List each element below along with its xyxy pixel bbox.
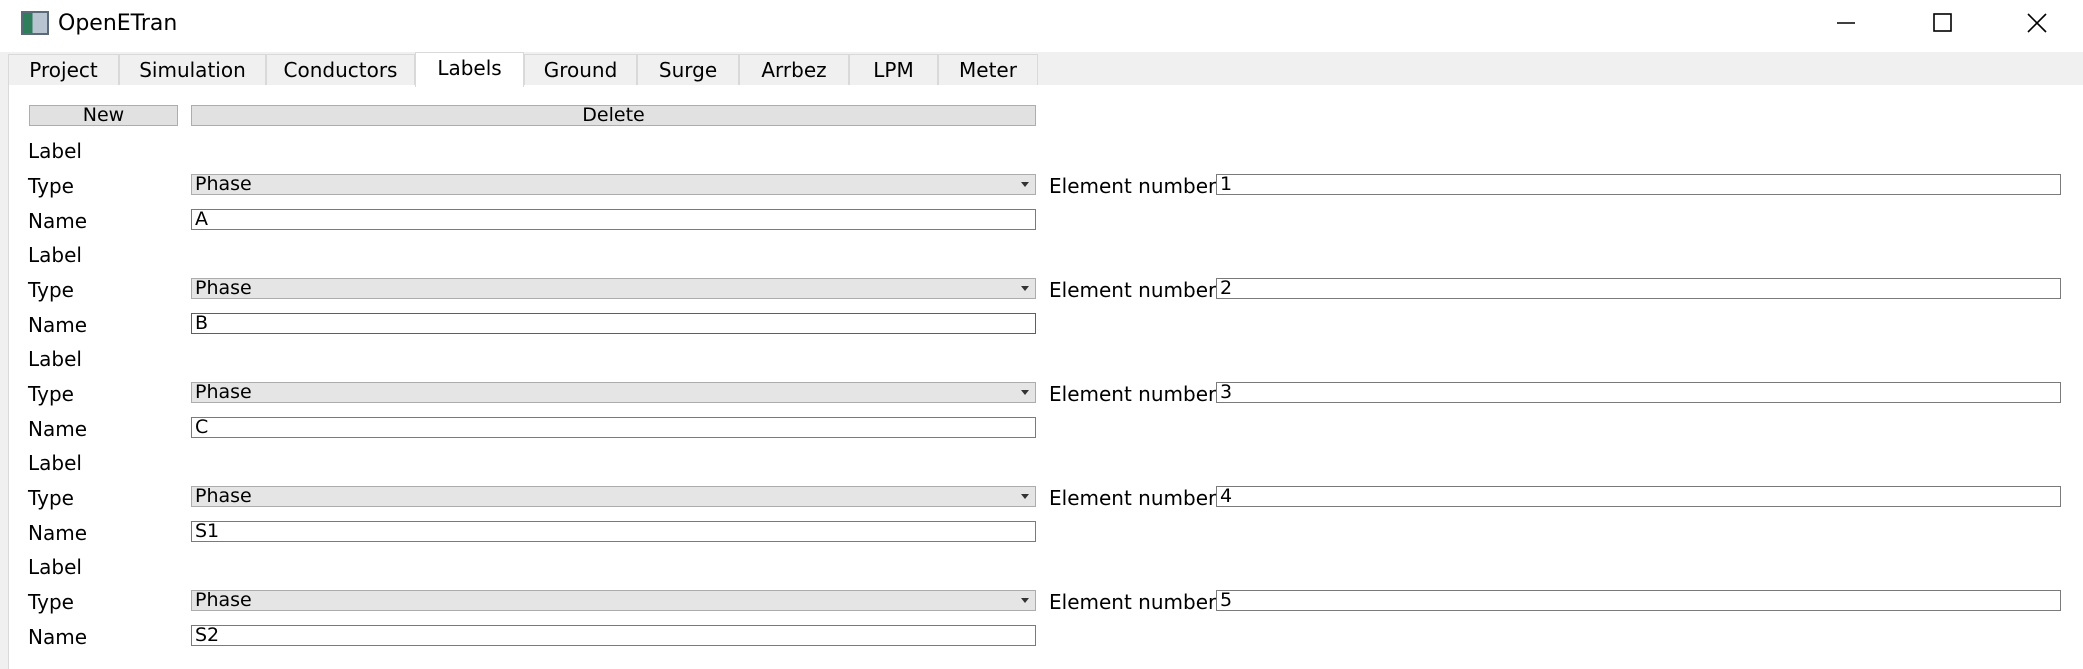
element-number-input[interactable]: 5 [1216, 590, 2061, 611]
element-number-input[interactable]: 2 [1216, 278, 2061, 299]
name-input[interactable]: S1 [191, 521, 1036, 542]
element-number-input[interactable]: 1 [1216, 174, 2061, 195]
close-button[interactable] [1991, 0, 2083, 46]
name-label: Name [28, 209, 88, 233]
label-section-heading: Label [28, 243, 82, 267]
close-icon [2027, 13, 2047, 33]
label-section-heading: Label [28, 347, 82, 371]
chevron-down-icon [1021, 182, 1029, 187]
name-input[interactable]: S2 [191, 625, 1036, 646]
name-label: Name [28, 417, 88, 441]
label-section-heading: Label [28, 451, 82, 475]
type-label: Type [28, 590, 74, 614]
window-title: OpenETran [58, 11, 178, 36]
label-section-heading: Label [28, 555, 82, 579]
type-select-value: Phase [195, 485, 252, 507]
name-input[interactable]: A [191, 209, 1036, 230]
tab-lpm[interactable]: LPM [849, 54, 938, 86]
element-number-label: Element number [1049, 382, 1217, 406]
tab-meter[interactable]: Meter [938, 54, 1038, 86]
tab-project[interactable]: Project [8, 54, 119, 86]
tab-surge[interactable]: Surge [637, 54, 739, 86]
labels-panel: New Delete Label Type Phase Element numb… [8, 85, 2083, 669]
new-button[interactable]: New [29, 105, 178, 126]
type-select-value: Phase [195, 381, 252, 403]
element-number-input[interactable]: 4 [1216, 486, 2061, 507]
type-select[interactable]: Phase [191, 590, 1036, 611]
minimize-button[interactable] [1800, 0, 1892, 46]
chevron-down-icon [1021, 286, 1029, 291]
element-number-label: Element number [1049, 278, 1217, 302]
type-select-value: Phase [195, 277, 252, 299]
type-label: Type [28, 174, 74, 198]
element-number-label: Element number [1049, 486, 1217, 510]
app-icon [21, 11, 49, 35]
type-label: Type [28, 278, 74, 302]
type-select-value: Phase [195, 173, 252, 195]
chevron-down-icon [1021, 390, 1029, 395]
type-select-value: Phase [195, 589, 252, 611]
delete-button[interactable]: Delete [191, 105, 1036, 126]
element-number-input[interactable]: 3 [1216, 382, 2061, 403]
chevron-down-icon [1021, 494, 1029, 499]
title-bar: OpenETran [0, 0, 2083, 52]
type-select[interactable]: Phase [191, 278, 1036, 299]
chevron-down-icon [1021, 598, 1029, 603]
tab-simulation[interactable]: Simulation [119, 54, 266, 86]
tab-labels[interactable]: Labels [415, 52, 524, 87]
maximize-button[interactable] [1897, 0, 1989, 46]
type-select[interactable]: Phase [191, 382, 1036, 403]
type-select[interactable]: Phase [191, 174, 1036, 195]
name-label: Name [28, 625, 88, 649]
element-number-label: Element number [1049, 590, 1217, 614]
tab-arrbez[interactable]: Arrbez [739, 54, 849, 86]
minimize-icon [1837, 22, 1855, 24]
tab-ground[interactable]: Ground [524, 54, 637, 86]
tab-conductors[interactable]: Conductors [266, 54, 415, 86]
type-label: Type [28, 486, 74, 510]
name-label: Name [28, 313, 88, 337]
tab-bar: Project Simulation Conductors Labels Gro… [8, 52, 2083, 87]
label-section-heading: Label [28, 139, 82, 163]
maximize-icon [1933, 13, 1952, 32]
name-input[interactable]: C [191, 417, 1036, 438]
name-input[interactable]: B [191, 313, 1036, 334]
type-select[interactable]: Phase [191, 486, 1036, 507]
type-label: Type [28, 382, 74, 406]
name-label: Name [28, 521, 88, 545]
element-number-label: Element number [1049, 174, 1217, 198]
